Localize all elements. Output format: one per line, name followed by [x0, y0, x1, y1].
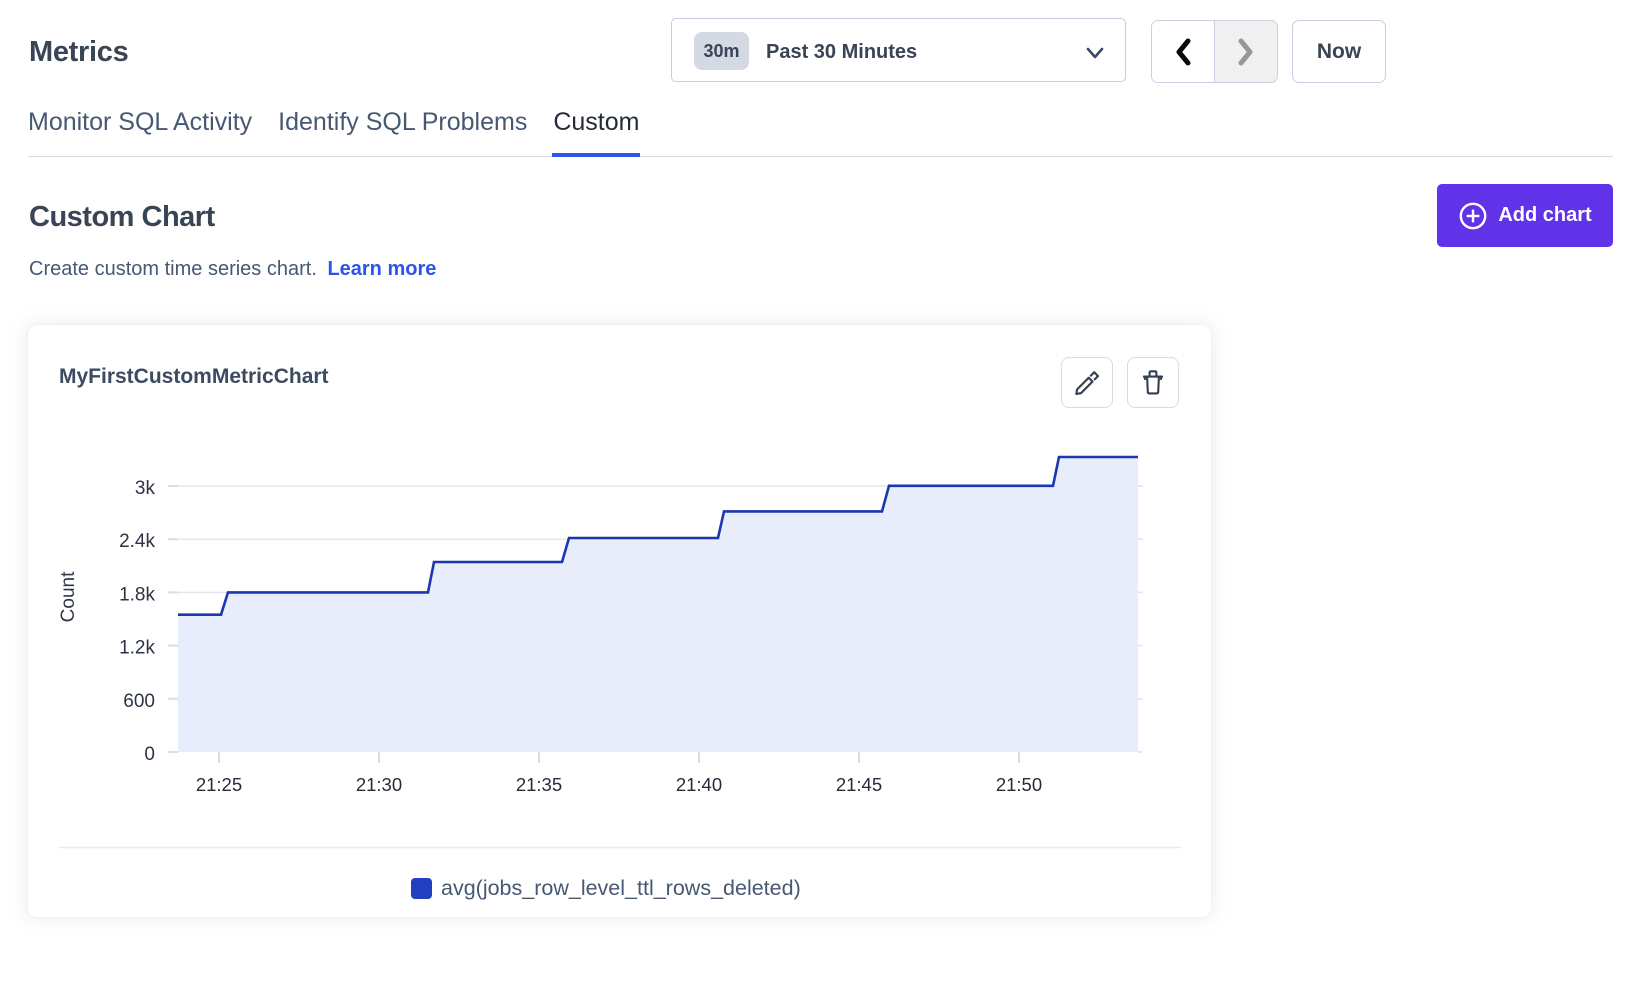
svg-text:21:35: 21:35: [516, 774, 562, 795]
svg-text:3k: 3k: [135, 478, 156, 499]
svg-text:21:40: 21:40: [676, 774, 722, 795]
svg-text:1.2k: 1.2k: [119, 638, 155, 659]
svg-text:2.4k: 2.4k: [119, 531, 155, 552]
svg-text:21:50: 21:50: [996, 774, 1042, 795]
svg-text:600: 600: [123, 691, 155, 712]
svg-text:Count: Count: [58, 571, 79, 622]
svg-text:21:25: 21:25: [196, 774, 242, 795]
svg-text:21:30: 21:30: [356, 774, 402, 795]
svg-text:21:45: 21:45: [836, 774, 882, 795]
svg-text:0: 0: [144, 744, 155, 765]
svg-text:1.8k: 1.8k: [119, 584, 155, 605]
